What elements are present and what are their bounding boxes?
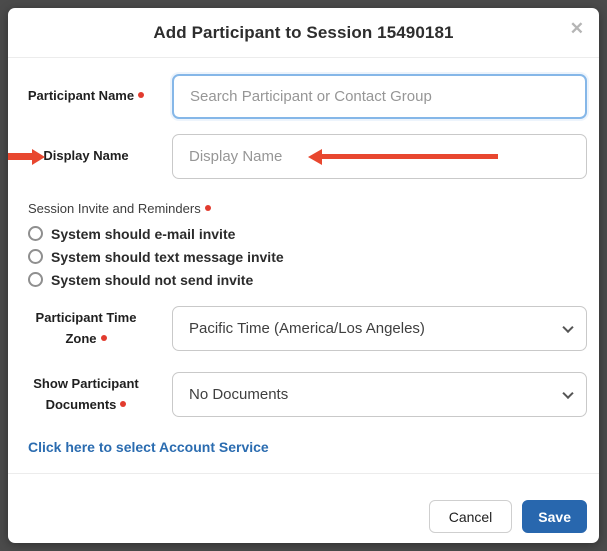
required-marker <box>120 401 126 407</box>
radio-button-icon[interactable] <box>28 272 43 287</box>
modal-header: Add Participant to Session 15490181 ✕ <box>8 8 599 58</box>
radio-button-icon[interactable] <box>28 249 43 264</box>
add-participant-modal: Add Participant to Session 15490181 ✕ Pa… <box>8 8 599 543</box>
radio-text-message-invite[interactable]: System should text message invite <box>28 248 587 265</box>
display-name-input[interactable] <box>172 134 587 179</box>
modal-footer: Cancel Save <box>8 473 599 547</box>
close-icon[interactable]: ✕ <box>570 20 584 37</box>
documents-row: Show Participant Documents No Documents <box>20 372 587 417</box>
participant-name-label: Participant Name <box>20 86 152 107</box>
documents-select[interactable]: No Documents <box>172 372 587 417</box>
modal-body: Participant Name Display Name <box>8 58 599 473</box>
display-name-row: Display Name <box>20 134 587 179</box>
participant-name-input[interactable] <box>172 74 587 119</box>
required-marker <box>205 205 211 211</box>
time-zone-select[interactable]: Pacific Time (America/Los Angeles) <box>172 306 587 351</box>
account-service-link[interactable]: Click here to select Account Service <box>28 439 269 455</box>
cancel-button[interactable]: Cancel <box>429 500 513 533</box>
radio-email-invite[interactable]: System should e-mail invite <box>28 225 587 242</box>
invite-radio-group: System should e-mail invite System shoul… <box>28 225 587 288</box>
invite-section-label: Session Invite and Reminders <box>28 201 587 216</box>
modal-backdrop: { "colors": { "backdrop": "#4b4b4b", "re… <box>0 0 607 551</box>
display-name-label: Display Name <box>20 146 152 167</box>
radio-button-icon[interactable] <box>28 226 43 241</box>
participant-name-row: Participant Name <box>20 74 587 119</box>
required-marker <box>138 92 144 98</box>
radio-no-invite[interactable]: System should not send invite <box>28 271 587 288</box>
modal-title: Add Participant to Session 15490181 <box>48 23 559 43</box>
save-button[interactable]: Save <box>522 500 587 533</box>
documents-label: Show Participant Documents <box>20 374 152 416</box>
time-zone-label: Participant Time Zone <box>20 308 152 350</box>
required-marker <box>101 335 107 341</box>
time-zone-row: Participant Time Zone Pacific Time (Amer… <box>20 306 587 351</box>
